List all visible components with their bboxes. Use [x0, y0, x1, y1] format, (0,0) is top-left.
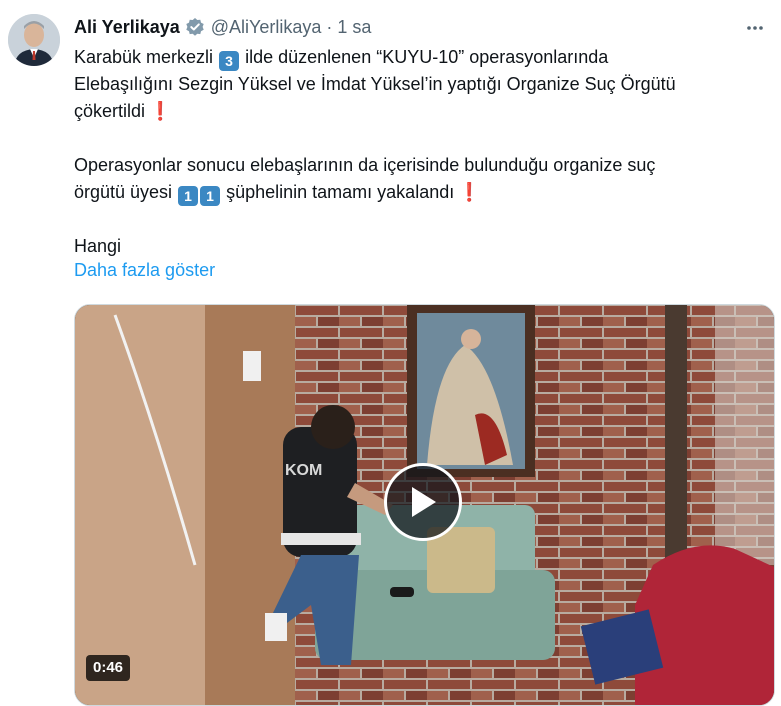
tweet-header: Ali Yerlikaya @AliYerlikaya · 1 sa — [74, 15, 371, 39]
play-icon — [412, 487, 436, 517]
tweet-line: Operasyonlar sonucu elebaşlarının da içe… — [74, 155, 656, 175]
separator-dot: · — [326, 16, 333, 37]
avatar-image — [8, 14, 60, 66]
exclamation-icon: ❗ — [458, 182, 481, 202]
tweet-line: çökertildi ❗ — [74, 98, 764, 125]
author-name[interactable]: Ali Yerlikaya — [74, 17, 180, 38]
video-duration: 0:46 — [86, 655, 131, 681]
exclamation-icon: ❗ — [149, 101, 172, 121]
tweet-card: Ali Yerlikaya @AliYerlikaya · 1 sa Karab… — [0, 0, 781, 706]
tweet-line-text: çökertildi — [74, 101, 146, 121]
author-handle[interactable]: @AliYerlikaya — [211, 17, 322, 38]
tweet-line-text: Karabük merkezli — [74, 47, 214, 67]
tweet-text: Karabük merkezli 3 ilde düzenlenen “KUYU… — [74, 44, 764, 260]
keycap-digit-icon: 3 — [219, 51, 240, 71]
keycap-digit-icon: 1 — [178, 186, 199, 206]
vest-label: KOM — [285, 462, 322, 479]
timestamp[interactable]: 1 sa — [337, 17, 371, 38]
play-button[interactable] — [384, 463, 462, 541]
tweet-line-text: örgütü üyesi — [74, 182, 173, 202]
more-options-icon[interactable] — [743, 16, 767, 40]
tweet-line: Hangi — [74, 236, 122, 256]
tweet-line-text: ilde düzenlenen “KUYU-10” operasyonların… — [245, 47, 609, 67]
tweet-line: Elebaşılığını Sezgin Yüksel ve İmdat Yük… — [74, 74, 676, 94]
tweet-line: örgütü üyesi 11 şüphelinin tamamı yakala… — [74, 179, 764, 206]
verified-badge-icon — [185, 17, 205, 37]
keycap-digit-icon: 1 — [200, 186, 221, 206]
show-more-link[interactable]: Daha fazla göster — [74, 260, 215, 281]
avatar[interactable] — [8, 14, 60, 66]
tweet-line: Karabük merkezli 3 ilde düzenlenen “KUYU… — [74, 44, 764, 71]
tweet-line-text: şüphelinin tamamı yakalandı — [226, 182, 455, 202]
